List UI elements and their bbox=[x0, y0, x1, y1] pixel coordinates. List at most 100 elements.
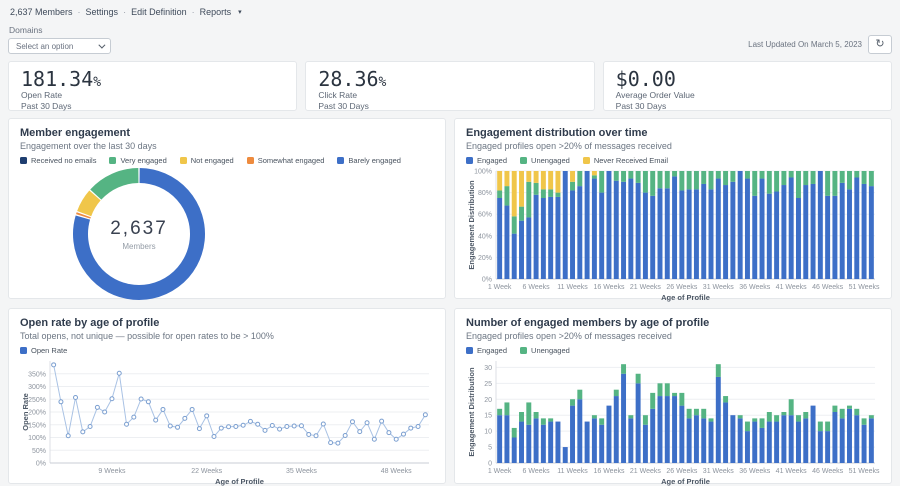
svg-text:11 Weeks: 11 Weeks bbox=[557, 284, 588, 291]
legend-swatch bbox=[180, 157, 187, 164]
engagement-distribution-card: Engagement distribution over time Engage… bbox=[454, 118, 892, 299]
svg-text:100%: 100% bbox=[28, 435, 46, 442]
svg-text:9 Weeks: 9 Weeks bbox=[98, 468, 126, 475]
legend: Engaged Unengaged Never Received Email bbox=[466, 156, 880, 165]
domains-select-value: Select an option bbox=[16, 42, 73, 51]
svg-text:11 Weeks: 11 Weeks bbox=[557, 468, 588, 475]
svg-text:51 Weeks: 51 Weeks bbox=[849, 468, 880, 475]
engaged-members-bar-chart: 0510152025301 Week6 Weeks11 Weeks16 Week… bbox=[466, 355, 880, 486]
svg-text:41 Weeks: 41 Weeks bbox=[776, 468, 807, 475]
breadcrumb-reports-link[interactable]: Reports bbox=[200, 7, 232, 17]
chart-title: Number of engaged members by age of prof… bbox=[466, 317, 880, 329]
legend-label: Unengaged bbox=[531, 346, 570, 355]
legend-label: Barely engaged bbox=[348, 156, 401, 165]
kpi-period: Past 30 Days bbox=[616, 101, 879, 112]
kpi-average-order-value: $0.00 Average Order Value Past 30 Days bbox=[603, 61, 892, 111]
legend: Received no emails Very engaged Not engage… bbox=[20, 156, 434, 165]
refresh-button[interactable]: ↻ bbox=[868, 35, 892, 54]
legend-item[interactable]: Open Rate bbox=[20, 346, 67, 355]
svg-text:300%: 300% bbox=[28, 384, 46, 391]
svg-text:46 Weeks: 46 Weeks bbox=[812, 284, 843, 291]
breadcrumb-separator: · bbox=[78, 7, 81, 17]
last-updated-area: Last Updated On March 5, 2023 ↻ bbox=[748, 35, 892, 54]
kpi-row: 181.34% Open Rate Past 30 Days 28.36% Cl… bbox=[8, 61, 892, 111]
legend: Engaged Unengaged bbox=[466, 346, 880, 355]
svg-text:Engagement Distribution: Engagement Distribution bbox=[467, 367, 476, 457]
legend-swatch bbox=[337, 157, 344, 164]
svg-text:31 Weeks: 31 Weeks bbox=[703, 284, 734, 291]
svg-text:Open Rate: Open Rate bbox=[21, 393, 30, 431]
legend-item[interactable]: Very engaged bbox=[109, 156, 166, 165]
svg-text:16 Weeks: 16 Weeks bbox=[593, 284, 624, 291]
legend-label: Unengaged bbox=[531, 156, 570, 165]
legend-item[interactable]: Never Received Email bbox=[583, 156, 668, 165]
engaged-members-by-age-card: Number of engaged members by age of prof… bbox=[454, 308, 892, 484]
charts-row-bottom: Open rate by age of profile Total opens,… bbox=[8, 308, 892, 484]
svg-text:15: 15 bbox=[484, 413, 492, 420]
legend-item[interactable]: Received no emails bbox=[20, 156, 96, 165]
legend-item[interactable]: Engaged bbox=[466, 156, 507, 165]
filter-row: Domains Select an option Last Updated On… bbox=[8, 25, 892, 54]
svg-text:16 Weeks: 16 Weeks bbox=[593, 468, 624, 475]
chart-subtitle: Engaged profiles open >20% of messages r… bbox=[466, 141, 880, 151]
svg-text:36 Weeks: 36 Weeks bbox=[739, 468, 770, 475]
svg-text:Age of Profile: Age of Profile bbox=[661, 293, 710, 302]
legend-item[interactable]: Unengaged bbox=[520, 156, 570, 165]
legend-item[interactable]: Engaged bbox=[466, 346, 507, 355]
svg-text:41 Weeks: 41 Weeks bbox=[776, 284, 807, 291]
svg-text:48 Weeks: 48 Weeks bbox=[381, 468, 412, 475]
svg-text:50%: 50% bbox=[32, 448, 46, 455]
legend-item[interactable]: Barely engaged bbox=[337, 156, 401, 165]
caret-down-icon: ▾ bbox=[238, 8, 242, 16]
svg-text:21 Weeks: 21 Weeks bbox=[630, 284, 661, 291]
legend-label: Somewhat engaged bbox=[258, 156, 325, 165]
legend-item[interactable]: Unengaged bbox=[520, 346, 570, 355]
kpi-click-rate: 28.36% Click Rate Past 30 Days bbox=[305, 61, 594, 111]
legend-label: Not engaged bbox=[191, 156, 234, 165]
svg-text:250%: 250% bbox=[28, 397, 46, 404]
svg-text:10: 10 bbox=[484, 429, 492, 436]
legend-swatch bbox=[20, 347, 27, 354]
svg-text:80%: 80% bbox=[478, 190, 492, 197]
svg-text:5: 5 bbox=[488, 445, 492, 452]
legend-swatch bbox=[520, 157, 527, 164]
kpi-value: $0.00 bbox=[616, 68, 879, 90]
member-engagement-donut-chart bbox=[72, 167, 206, 301]
chart-subtitle: Total opens, not unique — possible for o… bbox=[20, 331, 434, 341]
svg-text:40%: 40% bbox=[478, 233, 492, 240]
svg-text:30: 30 bbox=[484, 365, 492, 372]
svg-text:20: 20 bbox=[484, 397, 492, 404]
charts-row-top: Member engagement Engagement over the la… bbox=[8, 118, 892, 299]
svg-text:Age of Profile: Age of Profile bbox=[661, 477, 710, 486]
svg-text:100%: 100% bbox=[474, 169, 492, 176]
svg-text:60%: 60% bbox=[478, 212, 492, 219]
legend-swatch bbox=[466, 157, 473, 164]
svg-text:0: 0 bbox=[488, 461, 492, 468]
breadcrumb-edit-definition-link[interactable]: Edit Definition bbox=[131, 7, 187, 17]
legend-item[interactable]: Not engaged bbox=[180, 156, 234, 165]
domains-select[interactable]: Select an option bbox=[8, 38, 111, 54]
svg-text:6 Weeks: 6 Weeks bbox=[523, 468, 551, 475]
last-updated-text: Last Updated On March 5, 2023 bbox=[748, 40, 862, 49]
kpi-value: 28.36% bbox=[318, 68, 581, 90]
open-rate-by-age-card: Open rate by age of profile Total opens,… bbox=[8, 308, 446, 484]
legend-swatch bbox=[466, 347, 473, 354]
legend-swatch bbox=[583, 157, 590, 164]
legend-label: Very engaged bbox=[120, 156, 166, 165]
svg-text:0%: 0% bbox=[482, 277, 492, 284]
legend-item[interactable]: Somewhat engaged bbox=[247, 156, 325, 165]
domains-label: Domains bbox=[9, 25, 111, 35]
svg-text:1 Week: 1 Week bbox=[488, 284, 512, 291]
breadcrumb-separator: · bbox=[123, 7, 126, 17]
chart-subtitle: Engaged profiles open >20% of messages r… bbox=[466, 331, 880, 341]
engagement-distribution-chart: 0%20%40%60%80%100%1 Week6 Weeks11 Weeks1… bbox=[466, 165, 880, 303]
kpi-period: Past 30 Days bbox=[318, 101, 581, 112]
breadcrumb-members-link[interactable]: 2,637 Members bbox=[10, 7, 73, 17]
breadcrumb-settings-link[interactable]: Settings bbox=[86, 7, 119, 17]
legend-label: Received no emails bbox=[31, 156, 96, 165]
chart-title: Member engagement bbox=[20, 127, 434, 139]
svg-text:26 Weeks: 26 Weeks bbox=[666, 468, 697, 475]
member-engagement-card: Member engagement Engagement over the la… bbox=[8, 118, 446, 299]
svg-text:36 Weeks: 36 Weeks bbox=[739, 284, 770, 291]
legend-label: Never Received Email bbox=[594, 156, 668, 165]
